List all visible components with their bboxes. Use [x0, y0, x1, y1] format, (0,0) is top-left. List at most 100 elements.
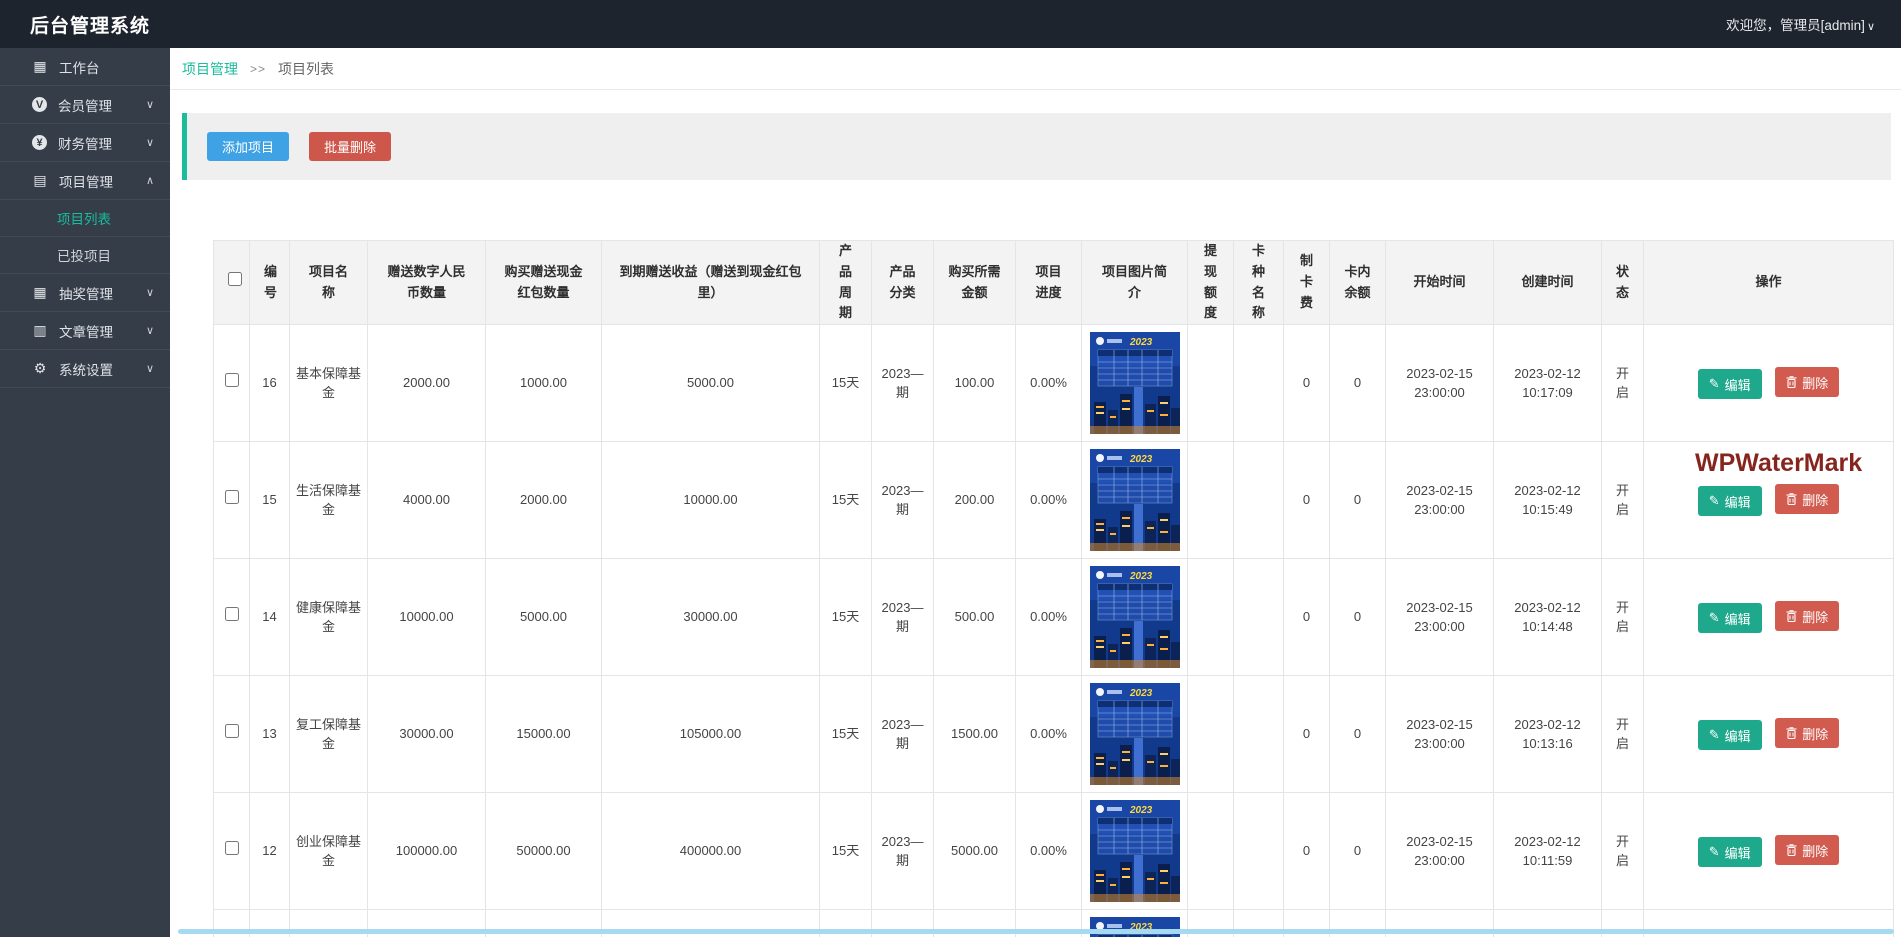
cell-progress: 0.00% — [1015, 792, 1082, 911]
column-header: 编号 — [249, 239, 290, 326]
cell-create-time: 2023-02-12 10:14:48 — [1493, 558, 1602, 677]
article-icon: ▥ — [33, 322, 47, 338]
trash-icon — [1786, 727, 1797, 740]
column-header: 创建时间 — [1493, 239, 1602, 326]
cell-project-image: 2023 — [1081, 324, 1188, 443]
sidebar-subitem-project-list[interactable]: 项目列表 — [0, 200, 170, 237]
cell-project-image: 2023 — [1081, 792, 1188, 911]
cell-create-time: 2023-02-12 10:13:16 — [1493, 675, 1602, 794]
column-header: 产品分类 — [871, 239, 934, 326]
cell-actions: ✎ 编辑 删除 — [1643, 675, 1894, 794]
app-title: 后台管理系统 — [30, 15, 151, 37]
column-header: 赠送数字人民币数量 — [367, 239, 486, 326]
trash-icon — [1786, 493, 1797, 506]
breadcrumb: 项目管理 >> 项目列表 — [170, 48, 1901, 90]
edit-button[interactable]: ✎ 编辑 — [1697, 486, 1762, 517]
delete-button[interactable]: 删除 — [1775, 367, 1840, 398]
cell-id: 16 — [249, 324, 290, 443]
sidebar-item-articles[interactable]: ▥ 文章管理 ∨ — [0, 312, 170, 350]
grid-icon: ▦ — [33, 58, 47, 74]
cell-start-time: 2023-02-15 23:00:00 — [1385, 675, 1494, 794]
edit-button[interactable]: ✎ 编辑 — [1697, 837, 1762, 868]
delete-button[interactable]: 删除 — [1775, 718, 1840, 749]
cell-project-name: 复工保障基金 — [289, 675, 368, 794]
cell-category: 2023—期 — [871, 324, 934, 443]
column-header: 状态 — [1601, 239, 1644, 326]
column-header: 卡种名称 — [1233, 239, 1284, 326]
row-checkbox[interactable] — [224, 490, 239, 505]
cell-card-balance: 0 — [1329, 324, 1386, 443]
cell-card-balance: 0 — [1329, 675, 1386, 794]
column-header: 项目图片简介 — [1081, 239, 1188, 326]
cell-category: 2023—期 — [871, 675, 934, 794]
cell-card-name — [1233, 441, 1284, 560]
cell-card-name — [1233, 324, 1284, 443]
cell-status: 开启 — [1601, 675, 1644, 794]
column-header: 购买所需金额 — [933, 239, 1016, 326]
sidebar-item-settings[interactable]: ⚙ 系统设置 ∨ — [0, 350, 170, 388]
cell-category: 2023—期 — [871, 558, 934, 677]
sidebar-item-workbench[interactable]: ▦ 工作台 — [0, 48, 170, 86]
cell-start-time: 2023-02-15 23:00:00 — [1385, 324, 1494, 443]
select-all-checkbox[interactable] — [228, 272, 242, 287]
cell-start-time: 2023-02-15 23:00:00 — [1385, 441, 1494, 560]
cell-card-balance: 0 — [1329, 558, 1386, 677]
sidebar-item-lottery[interactable]: ▦ 抽奖管理 ∨ — [0, 274, 170, 312]
lottery-icon: ▦ — [33, 284, 47, 300]
row-checkbox[interactable] — [224, 607, 239, 622]
sidebar-item-finance[interactable]: ¥ 财务管理 ∨ — [0, 124, 170, 162]
row-checkbox[interactable] — [224, 373, 239, 388]
chevron-down-icon: ∨ — [145, 325, 154, 337]
cell-actions: ✎ 编辑 删除 — [1643, 558, 1894, 677]
batch-delete-button[interactable]: 批量删除 — [309, 132, 392, 161]
delete-button[interactable]: 删除 — [1775, 835, 1840, 866]
cell-digital-rmb: 100000.00 — [367, 792, 486, 911]
user-menu[interactable]: 欢迎您，管理员[admin] ∨ — [1726, 14, 1875, 34]
cell-card-name — [1233, 792, 1284, 911]
project-icon: ▤ — [33, 172, 47, 188]
cell-card-balance: 0 — [1329, 792, 1386, 911]
edit-button[interactable]: ✎ 编辑 — [1697, 603, 1762, 634]
delete-button[interactable]: 删除 — [1775, 484, 1840, 515]
horizontal-scrollbar[interactable] — [178, 929, 1894, 934]
add-project-button[interactable]: 添加项目 — [207, 132, 290, 161]
cell-digital-rmb: 4000.00 — [367, 441, 486, 560]
svg-text:2023: 2023 — [1129, 454, 1153, 465]
project-image: 2023 — [1089, 332, 1180, 435]
cell-cash-redpacket: 5000.00 — [485, 558, 602, 677]
cell-status: 开启 — [1601, 792, 1644, 911]
trash-icon — [1786, 844, 1797, 857]
table-row: 16 基本保障基金 2000.00 1000.00 5000.00 15天 20… — [213, 324, 1894, 443]
breadcrumb-parent[interactable]: 项目管理 — [182, 59, 238, 79]
delete-button[interactable]: 删除 — [1775, 601, 1840, 632]
cell-cycle: 15天 — [819, 441, 872, 560]
edit-button[interactable]: ✎ 编辑 — [1697, 369, 1762, 400]
cell-project-image: 2023 — [1081, 558, 1188, 677]
edit-pencil-icon: ✎ — [1708, 493, 1720, 509]
column-header: 到期赠送收益（赠送到现金红包里） — [601, 239, 820, 326]
cell-cycle: 15天 — [819, 558, 872, 677]
toolbar-panel: 添加项目 批量删除 — [182, 113, 1891, 180]
row-checkbox[interactable] — [224, 724, 239, 739]
cell-withdraw-quota — [1187, 441, 1234, 560]
finance-icon: ¥ — [32, 135, 47, 150]
edit-button[interactable]: ✎ 编辑 — [1697, 720, 1762, 751]
column-header: 操作 — [1643, 239, 1894, 326]
trash-icon — [1786, 376, 1797, 389]
sidebar-item-members[interactable]: V 会员管理 ∨ — [0, 86, 170, 124]
column-header: 制卡费 — [1283, 239, 1330, 326]
admin-app: 后台管理系统 欢迎您，管理员[admin] ∨ ▦ 工作台 V 会员管理 ∨ ¥ … — [0, 0, 1901, 937]
sidebar-subitem-invested-projects[interactable]: 已投项目 — [0, 237, 170, 274]
sidebar-item-projects[interactable]: ▤ 项目管理 ∧ — [0, 162, 170, 200]
cell-project-name: 健康保障基金 — [289, 558, 368, 677]
cell-card-balance: 0 — [1329, 441, 1386, 560]
column-header: 购买赠送现金红包数量 — [485, 239, 602, 326]
cell-withdraw-quota — [1187, 558, 1234, 677]
cell-cycle: 15天 — [819, 792, 872, 911]
column-header: 项目名称 — [289, 239, 368, 326]
cell-cycle: 15天 — [819, 675, 872, 794]
sidebar: ▦ 工作台 V 会员管理 ∨ ¥ 财务管理 ∨ ▤ 项目管理 ∧ 项目列表 已投项… — [0, 48, 170, 937]
project-image: 2023 — [1089, 566, 1180, 669]
row-checkbox[interactable] — [224, 841, 239, 856]
breadcrumb-current: 项目列表 — [278, 60, 335, 77]
